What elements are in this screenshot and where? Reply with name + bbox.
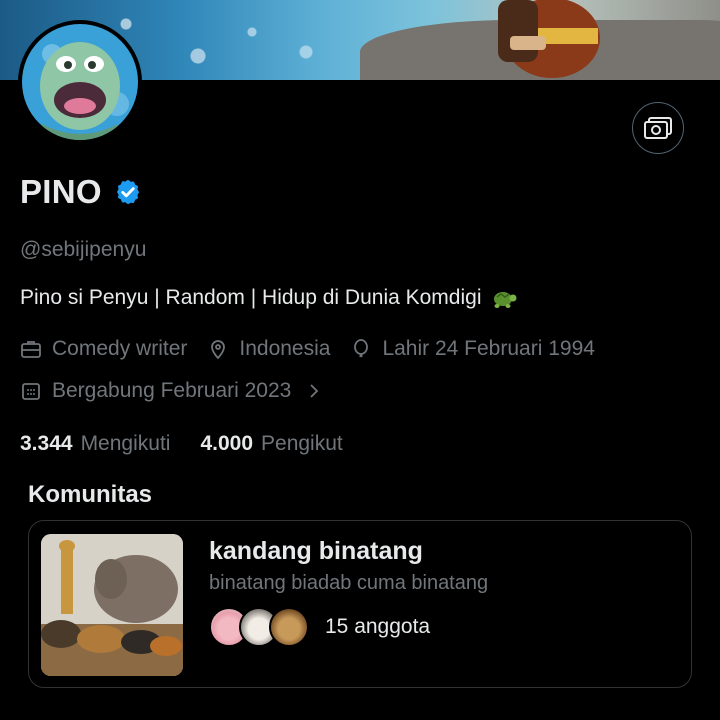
communities-heading: Komunitas (28, 481, 153, 508)
job-text: Comedy writer (52, 337, 188, 360)
member-avatars (209, 607, 309, 647)
balloon-icon (354, 339, 369, 358)
followers-link[interactable]: 4.000 Pengikut (200, 432, 342, 456)
community-image (41, 534, 183, 676)
profile-joined[interactable]: Bergabung Februari 2023 (20, 379, 325, 403)
followers-count: 4.000 (200, 432, 254, 455)
banner-character-illustration (498, 0, 600, 78)
profile-handle: @sebijipenyu (20, 238, 147, 261)
profile-name-row: PINO (20, 173, 142, 211)
following-label: Mengikuti (80, 432, 171, 455)
profile-joined-row[interactable]: Bergabung Februari 2023 (20, 379, 345, 403)
following-link[interactable]: 3.344 Mengikuti (20, 432, 170, 456)
profile-location: Indonesia (207, 337, 330, 361)
calendar-icon (22, 383, 40, 400)
profile-meta-row: Comedy writer Indonesia Lahir 24 Februar… (20, 337, 615, 361)
community-card[interactable]: kandang binatang binatang biadab cuma bi… (28, 520, 692, 688)
location-text: Indonesia (239, 337, 331, 360)
profile-birthdate: Lahir 24 Februari 1994 (350, 337, 595, 361)
animals-photo-icon (41, 534, 183, 676)
member-avatar-pug (269, 607, 309, 647)
followers-label: Pengikut (261, 432, 343, 455)
profile-bio: Pino si Penyu | Random | Hidup di Dunia … (20, 286, 518, 310)
briefcase-icon (21, 341, 41, 358)
turtle-icon (493, 292, 516, 308)
location-pin-icon (211, 340, 226, 360)
member-count: 15 anggota (325, 615, 431, 638)
verified-badge-icon[interactable] (114, 178, 142, 206)
community-members: 15 anggota (209, 607, 430, 647)
turtle-avatar-icon (22, 24, 138, 140)
profile-name: PINO (20, 173, 102, 210)
profile-job: Comedy writer (20, 337, 187, 361)
community-name[interactable]: kandang binatang (209, 537, 423, 566)
bio-text: Pino si Penyu | Random | Hidup di Dunia … (20, 286, 482, 309)
community-description: binatang biadab cuma binatang (209, 572, 489, 594)
joined-text: Bergabung Februari 2023 (52, 379, 292, 402)
follow-stats: 3.344 Mengikuti 4.000 Pengikut (20, 432, 373, 456)
profile-avatar[interactable] (18, 20, 142, 144)
chevron-right-icon[interactable] (303, 380, 325, 402)
money-icon (644, 117, 672, 139)
birthdate-text: Lahir 24 Februari 1994 (382, 337, 595, 360)
profile-action-button[interactable] (632, 102, 684, 154)
following-count: 3.344 (20, 432, 73, 455)
